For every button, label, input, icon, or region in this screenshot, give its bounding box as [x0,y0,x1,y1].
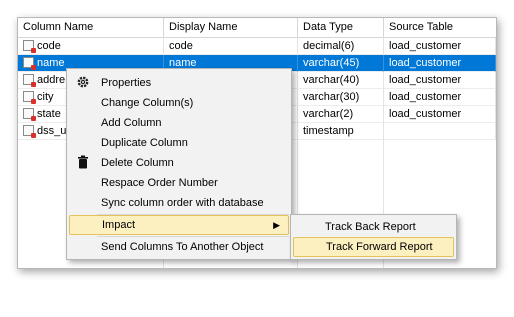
cell-data-type: decimal(6) [298,38,384,55]
cell-data-type: varchar(40) [298,72,384,89]
cell-source-table [384,123,496,140]
gear-icon [75,75,91,91]
table-row[interactable]: code code decimal(6) load_customer [18,38,496,55]
context-menu: Properties Change Column(s) Add Column D… [66,68,292,260]
cell-source-table: load_customer [384,55,496,72]
column-icon [23,40,36,53]
menu-item-delete-column[interactable]: Delete Column [69,153,289,173]
cell-source-table: load_customer [384,106,496,123]
grid-header: Column Name Display Name Data Type Sourc… [18,18,496,38]
header-source-table[interactable]: Source Table [384,18,496,37]
cell-source-table: load_customer [384,89,496,106]
menu-item-respace-order-number[interactable]: Respace Order Number [69,173,289,193]
trash-icon [75,155,91,171]
cell-display-name: code [164,38,298,55]
column-icon [23,57,36,70]
cell-data-type: varchar(45) [298,55,384,72]
menu-item-label: Properties [101,77,152,89]
cell-column-name: name [37,57,65,69]
column-icon [23,74,36,87]
cell-data-type: varchar(30) [298,89,384,106]
column-icon [23,125,36,138]
submenu-item-track-back-report[interactable]: Track Back Report [293,217,454,237]
submenu-item-track-forward-report[interactable]: Track Forward Report [293,237,454,257]
menu-item-label: Respace Order Number [101,177,218,189]
menu-item-properties[interactable]: Properties [69,73,289,93]
header-column-name[interactable]: Column Name [18,18,164,37]
menu-item-label: Send Columns To Another Object [101,241,264,253]
menu-item-label: Change Column(s) [101,97,194,109]
menu-item-sync-column-order[interactable]: Sync column order with database [69,193,289,213]
menu-item-impact[interactable]: Impact ▶ [69,215,289,235]
cell-column-name: code [37,40,61,52]
submenu-item-label: Track Forward Report [326,241,433,253]
menu-item-label: Sync column order with database [101,197,264,209]
cell-source-table: load_customer [384,38,496,55]
cell-data-type: varchar(2) [298,106,384,123]
cell-data-type: timestamp [298,123,384,140]
column-icon [23,108,36,121]
menu-item-label: Delete Column [101,157,174,169]
menu-item-duplicate-column[interactable]: Duplicate Column [69,133,289,153]
cell-source-table: load_customer [384,72,496,89]
menu-item-label: Impact [102,219,136,231]
menu-item-send-columns[interactable]: Send Columns To Another Object [69,237,289,257]
submenu-item-label: Track Back Report [325,221,416,233]
column-icon [23,91,36,104]
cell-column-name: city [37,91,54,103]
cell-column-name: dss_u [37,125,67,137]
menu-item-label: Duplicate Column [101,137,188,149]
submenu-arrow-icon: ▶ [273,220,280,230]
impact-submenu: Track Back Report Track Forward Report [290,214,457,260]
menu-item-label: Add Column [101,117,162,129]
menu-item-change-columns[interactable]: Change Column(s) [69,93,289,113]
header-data-type[interactable]: Data Type [298,18,384,37]
cell-column-name: state [37,108,61,120]
header-display-name[interactable]: Display Name [164,18,298,37]
cell-column-name: addre [37,74,66,86]
menu-item-add-column[interactable]: Add Column [69,113,289,133]
